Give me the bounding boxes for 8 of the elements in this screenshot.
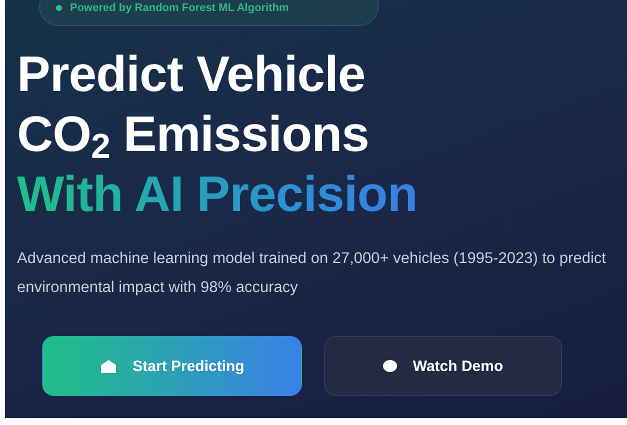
status-dot xyxy=(56,5,62,11)
house-icon xyxy=(100,359,117,373)
badge-text: Powered by Random Forest ML Algorithm xyxy=(70,2,289,14)
demo-button[interactable]: Watch Demo xyxy=(324,336,562,396)
headline: Predict Vehicle xyxy=(17,45,366,104)
headline: CO$_{2}$ Emissions xyxy=(17,105,370,164)
description: Advanced machine learning model trained on 27,000+ vehicles (1995-2023) to predict environmental impact with 98% accuracy xyxy=(17,249,607,298)
circle-icon xyxy=(382,360,397,372)
